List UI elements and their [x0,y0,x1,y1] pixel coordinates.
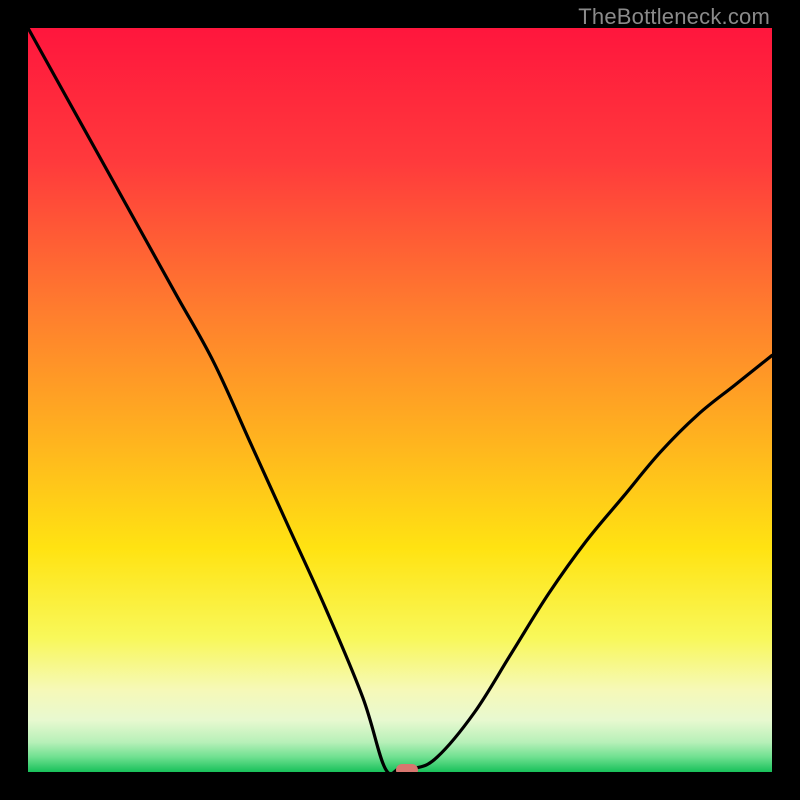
bottleneck-curve [28,28,772,772]
watermark-label: TheBottleneck.com [578,4,770,30]
plot-area [28,28,772,772]
chart-frame: TheBottleneck.com [0,0,800,800]
minimum-marker [396,764,418,772]
